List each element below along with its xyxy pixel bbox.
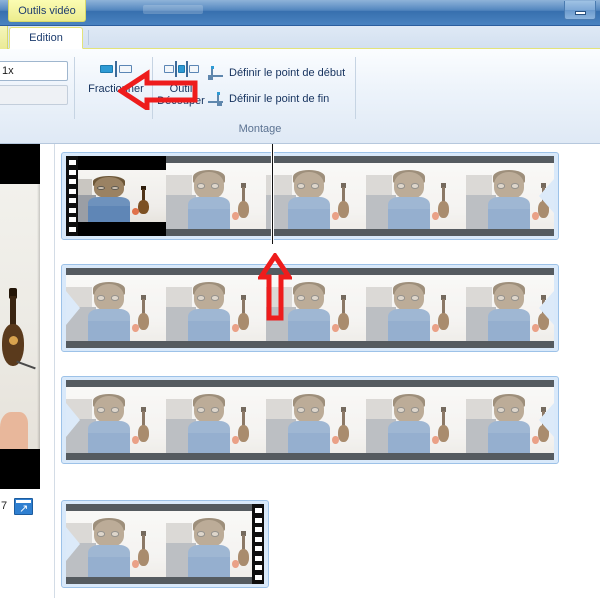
preview-counter: 7 xyxy=(1,500,8,512)
clip-thumbnail xyxy=(466,275,554,341)
split-button-label: Fractionner xyxy=(88,83,144,95)
clip-thumbnail xyxy=(266,275,366,341)
clip-thumbnail xyxy=(66,170,166,222)
minimize-button[interactable] xyxy=(564,1,596,20)
clip-thumbnail-strip xyxy=(66,387,554,453)
preview-edge-shadow xyxy=(37,184,40,449)
clip-thumbnail xyxy=(166,511,264,577)
ribbon-separator-mid xyxy=(152,57,153,119)
clip-thumbnail xyxy=(466,163,554,229)
clip-thumbnail xyxy=(366,275,466,341)
window-title-text xyxy=(143,5,203,14)
clip-thumbnail xyxy=(166,387,266,453)
set-end-point-button[interactable]: Définir le point de fin xyxy=(207,89,329,109)
set-start-point-button[interactable]: Définir le point de début xyxy=(207,63,345,83)
preview-footer: 7 ↗ xyxy=(0,492,44,520)
clip-thumbnail-strip xyxy=(66,511,264,577)
chevron-down-icon[interactable] xyxy=(51,62,67,80)
ribbon-tab-strip: Edition xyxy=(0,26,600,49)
clip-thumbnail xyxy=(166,275,266,341)
clip-bar-top xyxy=(66,504,264,511)
clip-thumbnail-strip xyxy=(66,275,554,341)
preview-guitar-body xyxy=(2,324,24,366)
storyboard[interactable] xyxy=(55,144,600,598)
clip-bar-bottom xyxy=(66,453,554,460)
preview-guitar-rosette xyxy=(9,336,18,345)
ribbon-group-separator-left xyxy=(74,57,75,119)
clip-row-1[interactable] xyxy=(61,152,559,240)
clip-bar-bottom xyxy=(66,341,554,348)
minimize-icon xyxy=(574,11,586,15)
clip-thumbnail xyxy=(166,163,266,229)
zoom-speed-value: 1x xyxy=(2,65,14,77)
contextual-tab-video-tools[interactable]: Outils vidéo xyxy=(8,0,86,22)
zoom-speed-combo[interactable]: 1x xyxy=(0,61,68,81)
movie-maker-window: Outils vidéo Edition 1x Fractionner Outi… xyxy=(0,0,600,598)
expand-icon-arrow: ↗ xyxy=(19,502,29,515)
clip-thumbnail xyxy=(366,387,466,453)
main-content: 7 ↗ xyxy=(0,144,600,598)
ribbon-group-separator-right xyxy=(355,57,356,119)
preview-monitor[interactable] xyxy=(0,144,40,489)
contextual-highlight-bar xyxy=(0,26,8,49)
ribbon-group-label-montage: Montage xyxy=(238,123,282,135)
split-icon xyxy=(98,59,134,81)
clip-thumbnail xyxy=(266,163,366,229)
set-start-point-label: Définir le point de début xyxy=(229,67,346,79)
tab-edition[interactable]: Edition xyxy=(9,27,83,49)
title-bar: Outils vidéo xyxy=(0,0,600,26)
clip-first-frame-letterbox xyxy=(66,156,166,236)
tab-edition-label: Edition xyxy=(29,32,63,44)
set-start-point-icon xyxy=(207,65,224,81)
clip-bar-bottom xyxy=(66,577,264,584)
chevron-down-icon-disabled xyxy=(51,86,67,104)
set-end-point-label: Définir le point de fin xyxy=(229,93,330,105)
preview-video-frame xyxy=(0,184,40,449)
clip-thumbnail xyxy=(66,275,166,341)
clip-thumbnail xyxy=(366,163,466,229)
set-end-point-icon xyxy=(207,91,224,107)
ribbon: 1x Fractionner Outil Découper Définir le… xyxy=(0,49,600,144)
clip-row-3[interactable] xyxy=(61,376,559,464)
clip-row-4[interactable] xyxy=(61,500,269,588)
preview-scene-wall xyxy=(0,184,40,449)
clip-thumbnail xyxy=(66,511,166,577)
secondary-combo xyxy=(0,85,68,105)
trim-tool-icon xyxy=(163,59,199,81)
clip-thumbnail xyxy=(466,387,554,453)
trim-tool-button[interactable]: Outil Découper xyxy=(155,59,207,107)
preview-subject-fragment xyxy=(0,412,28,449)
clip-bar-top xyxy=(66,380,554,387)
film-leader-start-icon xyxy=(66,156,78,236)
clip-thumbnail xyxy=(266,387,366,453)
contextual-tab-label: Outils vidéo xyxy=(18,4,76,17)
film-leader-end-icon xyxy=(252,504,264,584)
tab-separator xyxy=(88,30,89,45)
clip-thumbnail xyxy=(66,387,166,453)
clip-row-2[interactable] xyxy=(61,264,559,352)
expand-window-icon[interactable]: ↗ xyxy=(14,497,34,515)
split-button[interactable]: Fractionner xyxy=(82,59,150,95)
clip-bar-top xyxy=(66,268,554,275)
playhead[interactable] xyxy=(271,144,274,244)
titlebar-sheen xyxy=(0,0,600,11)
trim-tool-button-label: Outil Découper xyxy=(157,83,205,107)
